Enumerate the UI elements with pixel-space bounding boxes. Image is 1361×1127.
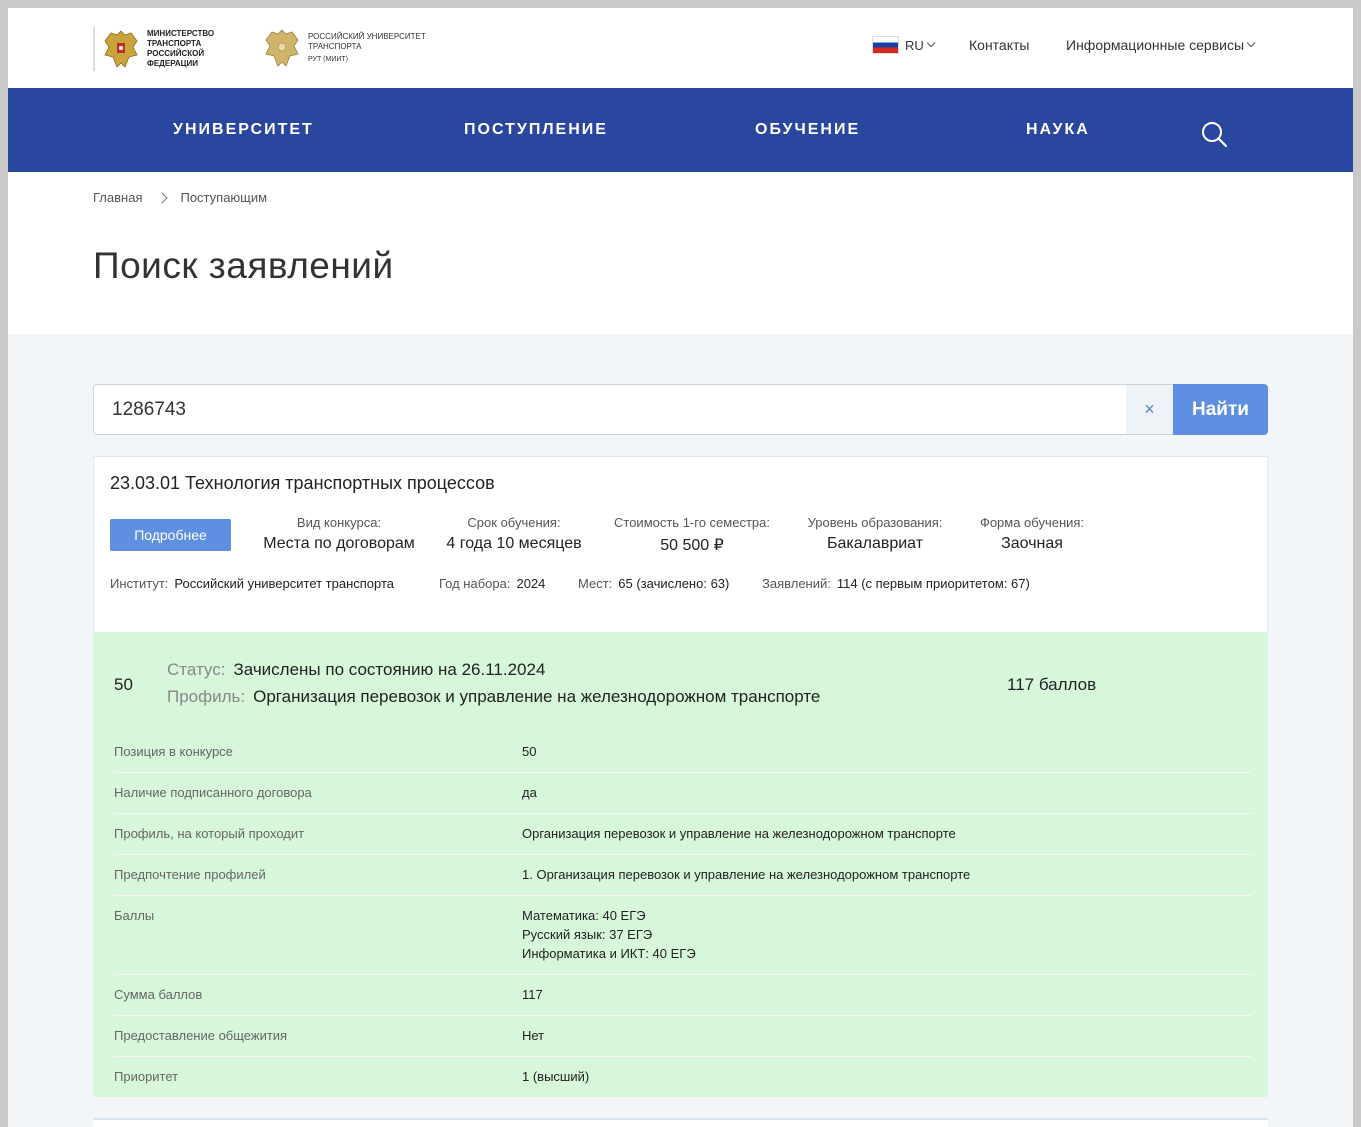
program-card: 23.03.01 Технология транспортных процесс… bbox=[93, 456, 1268, 636]
status-value: Зачислены по состоянию на 26.11.2024 bbox=[233, 660, 546, 679]
details-label: Профиль, на который проходит bbox=[114, 826, 305, 841]
eagle-emblem-icon bbox=[262, 26, 302, 70]
meta-label: Уровень образования: bbox=[807, 515, 943, 530]
meta-value: Места по договорам bbox=[263, 535, 415, 552]
main-nav: УНИВЕРСИТЕТ ПОСТУПЛЕНИЕ ОБУЧЕНИЕ НАУКА bbox=[8, 88, 1353, 172]
search-input[interactable]: 1286743 bbox=[93, 384, 1127, 435]
eagle-emblem-icon bbox=[101, 27, 141, 71]
info-places: Мест: 65 (зачислено: 63) bbox=[578, 576, 729, 591]
meta-value: Бакалавриат bbox=[826, 535, 924, 552]
meta-label: Вид конкурса: bbox=[296, 515, 382, 530]
search-icon[interactable] bbox=[1200, 120, 1228, 148]
details-label: Позиция в конкурсе bbox=[114, 744, 233, 759]
info-value: 114 (с первым приоритетом: 67) bbox=[836, 576, 1030, 591]
nav-education[interactable]: ОБУЧЕНИЕ bbox=[755, 121, 860, 139]
breadcrumb-applicants[interactable]: Поступающим bbox=[180, 190, 267, 205]
details-value: да bbox=[522, 785, 537, 800]
nav-university[interactable]: УНИВЕРСИТЕТ bbox=[173, 121, 314, 139]
meta-value: 50 500 ₽ bbox=[660, 537, 724, 554]
details-value: 1 (высший) bbox=[522, 1069, 590, 1084]
info-label: Год набора: bbox=[439, 576, 511, 591]
more-details-button[interactable]: Подробнее bbox=[110, 519, 231, 551]
mintrans-logo[interactable]: МИНИСТЕРСТВО ТРАНСПОРТА РОССИЙСКОЙ ФЕДЕР… bbox=[93, 26, 247, 72]
details-label: Сумма баллов bbox=[114, 987, 203, 1002]
program-title: 23.03.01 Технология транспортных процесс… bbox=[110, 473, 495, 493]
details-row: Сумма баллов 117 bbox=[114, 975, 1252, 1016]
rut-logo-name: РОССИЙСКИЙ УНИВЕРСИТЕТ ТРАНСПОРТА bbox=[308, 31, 426, 51]
details-table: Позиция в конкурсе 50 Наличие подписанно… bbox=[114, 732, 1252, 1097]
language-switcher[interactable]: RU bbox=[872, 36, 936, 54]
page-title: Поиск заявлений bbox=[93, 245, 394, 286]
meta-label: Срок обучения: bbox=[467, 515, 561, 530]
chevron-down-icon bbox=[1246, 38, 1256, 48]
info-label: Мест: bbox=[578, 576, 613, 591]
info-services-menu[interactable]: Информационные сервисы bbox=[1066, 37, 1256, 53]
details-row: Баллы Математика: 40 ЕГЭ Русский язык: 3… bbox=[114, 896, 1252, 975]
info-value: 2024 bbox=[516, 576, 546, 591]
result-status: Статус: Зачислены по состоянию на 26.11.2… bbox=[167, 660, 545, 680]
chevron-right-icon bbox=[156, 191, 169, 204]
meta-label: Форма обучения: bbox=[979, 515, 1085, 530]
next-card-edge bbox=[93, 1118, 1268, 1127]
details-value: Математика: 40 ЕГЭ Русский язык: 37 ЕГЭ … bbox=[522, 908, 696, 961]
profile-value: Организация перевозок и управление на же… bbox=[253, 687, 821, 706]
result-position-number: 50 bbox=[114, 675, 133, 694]
details-label: Наличие подписанного договора bbox=[114, 785, 312, 800]
details-row: Предоставление общежития Нет bbox=[114, 1016, 1252, 1057]
details-row: Позиция в конкурсе 50 bbox=[114, 732, 1252, 773]
details-label: Приоритет bbox=[114, 1069, 179, 1084]
meta-study-form: Форма обучения: Заочная bbox=[964, 515, 1100, 553]
page: МИНИСТЕРСТВО ТРАНСПОРТА РОССИЙСКОЙ ФЕДЕР… bbox=[8, 8, 1353, 1127]
details-label: Предоставление общежития bbox=[114, 1028, 288, 1043]
result-profile: Профиль: Организация перевозок и управлен… bbox=[167, 687, 820, 707]
details-label: Предпочтение профилей bbox=[114, 867, 266, 882]
contacts-link[interactable]: Контакты bbox=[969, 37, 1029, 53]
breadcrumb: Главная Поступающим bbox=[93, 190, 267, 205]
info-applications: Заявлений: 114 (с первым приоритетом: 67) bbox=[762, 576, 1030, 591]
meta-value: Заочная bbox=[1001, 535, 1063, 552]
chevron-down-icon bbox=[926, 38, 936, 48]
find-button[interactable]: Найти bbox=[1173, 384, 1268, 435]
meta-label: Стоимость 1-го семестра: bbox=[614, 515, 770, 530]
rut-logo-text: РОССИЙСКИЙ УНИВЕРСИТЕТ ТРАНСПОРТА РУТ (М… bbox=[308, 32, 428, 65]
nav-admission[interactable]: ПОСТУПЛЕНИЕ bbox=[464, 121, 608, 139]
rut-logo[interactable]: РОССИЙСКИЙ УНИВЕРСИТЕТ ТРАНСПОРТА РУТ (М… bbox=[262, 26, 428, 70]
top-header: МИНИСТЕРСТВО ТРАНСПОРТА РОССИЙСКОЙ ФЕДЕР… bbox=[8, 8, 1353, 88]
clear-search-button[interactable]: × bbox=[1126, 384, 1174, 435]
rut-logo-abbr: РУТ (МИИТ) bbox=[308, 55, 349, 63]
details-row: Наличие подписанного договора да bbox=[114, 773, 1252, 814]
details-row: Профиль, на который проходит Организация… bbox=[114, 814, 1252, 855]
details-value: Организация перевозок и управление на же… bbox=[522, 826, 956, 841]
title-section: Главная Поступающим Поиск заявлений bbox=[8, 172, 1353, 334]
breadcrumb-home[interactable]: Главная bbox=[93, 190, 142, 205]
details-row: Предпочтение профилей 1. Организация пер… bbox=[114, 855, 1252, 896]
profile-label: Профиль: bbox=[167, 687, 246, 706]
info-label: Институт: bbox=[110, 576, 169, 591]
language-label: RU bbox=[905, 37, 924, 53]
details-value: 1. Организация перевозок и управление на… bbox=[522, 867, 971, 882]
meta-education-level: Уровень образования: Бакалавриат bbox=[794, 515, 956, 553]
info-label: Заявлений: bbox=[762, 576, 831, 591]
meta-value: 4 года 10 месяцев bbox=[446, 535, 582, 552]
nav-science[interactable]: НАУКА bbox=[1026, 121, 1090, 139]
russia-flag-icon bbox=[872, 36, 899, 54]
info-value: 65 (зачислено: 63) bbox=[618, 576, 730, 591]
meta-semester-cost: Стоимость 1-го семестра: 50 500 ₽ bbox=[602, 515, 782, 555]
result-score: 117 баллов bbox=[1007, 675, 1097, 694]
application-result: 50 Статус: Зачислены по состоянию на 26.1… bbox=[93, 632, 1268, 1097]
info-institute: Институт: Российский университет транспор… bbox=[110, 576, 394, 591]
meta-study-duration: Срок обучения: 4 года 10 месяцев bbox=[432, 515, 596, 553]
details-row: Приоритет 1 (высший) bbox=[114, 1057, 1252, 1097]
info-services-label: Информационные сервисы bbox=[1066, 37, 1245, 53]
details-value: Нет bbox=[522, 1028, 545, 1043]
details-label: Баллы bbox=[114, 908, 155, 923]
mintrans-logo-text: МИНИСТЕРСТВО ТРАНСПОРТА РОССИЙСКОЙ ФЕДЕР… bbox=[147, 29, 215, 68]
meta-competition-type: Вид конкурса: Места по договорам bbox=[254, 515, 424, 553]
details-value: 117 bbox=[522, 987, 543, 1002]
info-value: Российский университет транспорта bbox=[174, 576, 395, 591]
flag-stripe bbox=[93, 27, 95, 71]
details-value: 50 bbox=[522, 744, 537, 759]
info-enrollment-year: Год набора: 2024 bbox=[439, 576, 545, 591]
status-label: Статус: bbox=[167, 660, 226, 679]
